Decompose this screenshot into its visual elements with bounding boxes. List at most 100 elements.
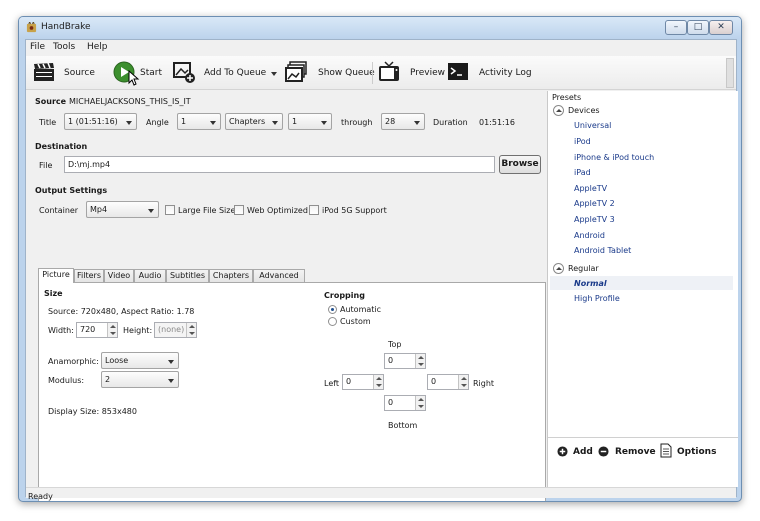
preset-group-devices[interactable]: Devices [568, 106, 600, 115]
destination-heading: Destination [35, 142, 88, 151]
large-file-size-checkbox[interactable] [165, 205, 175, 215]
menu-file[interactable]: File [30, 42, 45, 52]
range-type-select[interactable]: Chapters [225, 113, 283, 130]
crop-right-stepper[interactable]: 0 [427, 374, 469, 390]
stepper-arrows-icon[interactable] [458, 375, 468, 389]
large-file-size-label[interactable]: Large File Size [178, 206, 235, 215]
preset-group-regular[interactable]: Regular [568, 264, 599, 273]
crop-custom-label[interactable]: Custom [340, 317, 371, 326]
options-button[interactable]: Options [677, 447, 716, 457]
title-select[interactable]: 1 (01:51:16) [64, 113, 137, 130]
crop-bottom-stepper[interactable]: 0 [384, 395, 426, 411]
preset-appletv[interactable]: AppleTV [574, 184, 607, 193]
activity-log-button[interactable]: Activity Log [479, 68, 532, 78]
stepper-arrows-icon[interactable] [186, 323, 196, 337]
height-stepper[interactable]: (none) [154, 322, 197, 338]
tab-video[interactable]: Video [104, 269, 134, 283]
options-document-icon[interactable] [660, 443, 672, 458]
destination-file-input[interactable]: D:\mj.mp4 [64, 156, 495, 173]
tab-subtitles[interactable]: Subtitles [166, 269, 209, 283]
maximize-button[interactable]: □ [687, 20, 709, 35]
close-icon: ✕ [717, 22, 725, 32]
show-queue-button[interactable]: Show Queue [318, 68, 375, 78]
stepper-arrows-icon[interactable] [107, 323, 117, 337]
add-preset-button[interactable]: Add [573, 447, 593, 457]
modulus-value: 2 [105, 375, 111, 384]
crop-automatic-label[interactable]: Automatic [340, 305, 381, 314]
chevron-down-icon[interactable] [271, 72, 277, 76]
tab-audio[interactable]: Audio [134, 269, 166, 283]
stepper-arrows-icon[interactable] [415, 396, 425, 410]
tab-picture[interactable]: Picture [38, 268, 74, 283]
crop-top-stepper[interactable]: 0 [384, 353, 426, 369]
collapse-devices-icon[interactable] [553, 105, 564, 116]
ipod-5g-checkbox[interactable] [309, 205, 319, 215]
toolbar: Source Start Add To Queue Show Queue Pre… [26, 56, 736, 90]
crop-left-stepper[interactable]: 0 [342, 374, 384, 390]
source-heading: Source [35, 97, 67, 106]
web-optimized-checkbox[interactable] [234, 205, 244, 215]
angle-select[interactable]: 1 [177, 113, 221, 130]
maximize-icon: □ [693, 22, 703, 32]
preset-universal[interactable]: Universal [574, 121, 611, 130]
range-end-select[interactable]: 28 [381, 113, 425, 130]
add-preset-icon[interactable] [557, 446, 568, 457]
show-queue-icon[interactable] [284, 60, 308, 84]
preset-appletv-3[interactable]: AppleTV 3 [574, 215, 615, 224]
tab-chapters[interactable]: Chapters [209, 269, 253, 283]
stepper-arrows-icon[interactable] [415, 354, 425, 368]
preset-normal[interactable]: Normal [574, 279, 607, 288]
window-title: HandBrake [41, 22, 91, 32]
tab-filters[interactable]: Filters [74, 269, 104, 283]
through-label: through [341, 118, 373, 127]
preview-tv-icon[interactable] [377, 60, 401, 84]
add-to-queue-icon[interactable] [172, 60, 196, 84]
web-optimized-label[interactable]: Web Optimized [247, 206, 308, 215]
menu-help[interactable]: Help [87, 42, 108, 52]
add-to-queue-button[interactable]: Add To Queue [204, 68, 266, 78]
close-button[interactable]: ✕ [709, 20, 733, 35]
preset-ipad[interactable]: iPad [574, 168, 591, 177]
activity-log-terminal-icon[interactable] [446, 60, 470, 84]
range-start-select[interactable]: 1 [288, 113, 332, 130]
preset-ipod[interactable]: iPod [574, 137, 591, 146]
ipod-5g-label[interactable]: iPod 5G Support [322, 206, 387, 215]
crop-custom-radio[interactable] [328, 317, 337, 326]
height-value: (none) [158, 325, 185, 334]
anamorphic-select[interactable]: Loose [101, 352, 179, 369]
source-dimensions: Source: 720x480, Aspect Ratio: 1.78 [48, 307, 195, 316]
browse-button[interactable]: Browse [499, 155, 541, 174]
crop-automatic-radio[interactable] [328, 305, 337, 314]
stepper-arrows-icon[interactable] [373, 375, 383, 389]
width-value: 720 [80, 325, 96, 334]
preset-appletv-2[interactable]: AppleTV 2 [574, 199, 615, 208]
preset-android-tablet[interactable]: Android Tablet [574, 246, 631, 255]
angle-select-value: 1 [181, 117, 187, 126]
presets-panel: Presets Devices Universal iPod iPhone & … [547, 91, 738, 487]
source-button[interactable]: Source [64, 68, 95, 78]
width-stepper[interactable]: 720 [76, 322, 118, 338]
clapperboard-icon[interactable] [32, 60, 56, 84]
status-bar: Ready [26, 487, 736, 501]
remove-preset-button[interactable]: Remove [615, 447, 656, 457]
collapse-regular-icon[interactable] [553, 263, 564, 274]
minimize-button[interactable]: – [665, 20, 687, 35]
handbrake-app-icon [26, 22, 37, 33]
remove-preset-icon[interactable] [598, 446, 609, 457]
chevron-down-icon [321, 121, 327, 125]
menu-tools[interactable]: Tools [53, 42, 75, 52]
tab-advanced[interactable]: Advanced [253, 269, 305, 283]
chevron-down-icon [168, 360, 174, 364]
preset-android[interactable]: Android [574, 231, 605, 240]
container-select[interactable]: Mp4 [86, 201, 159, 218]
preset-iphone-ipod-touch[interactable]: iPhone & iPod touch [574, 153, 654, 162]
preview-button[interactable]: Preview [410, 68, 445, 78]
crop-bottom-label: Bottom [388, 421, 418, 430]
toolbar-scrollbar[interactable] [726, 58, 734, 88]
angle-label: Angle [146, 118, 169, 127]
title-select-value: 1 (01:51:16) [68, 117, 118, 126]
modulus-select[interactable]: 2 [101, 371, 179, 388]
crop-right-label: Right [473, 379, 495, 388]
start-button[interactable]: Start [140, 68, 162, 78]
preset-high-profile[interactable]: High Profile [574, 294, 620, 303]
